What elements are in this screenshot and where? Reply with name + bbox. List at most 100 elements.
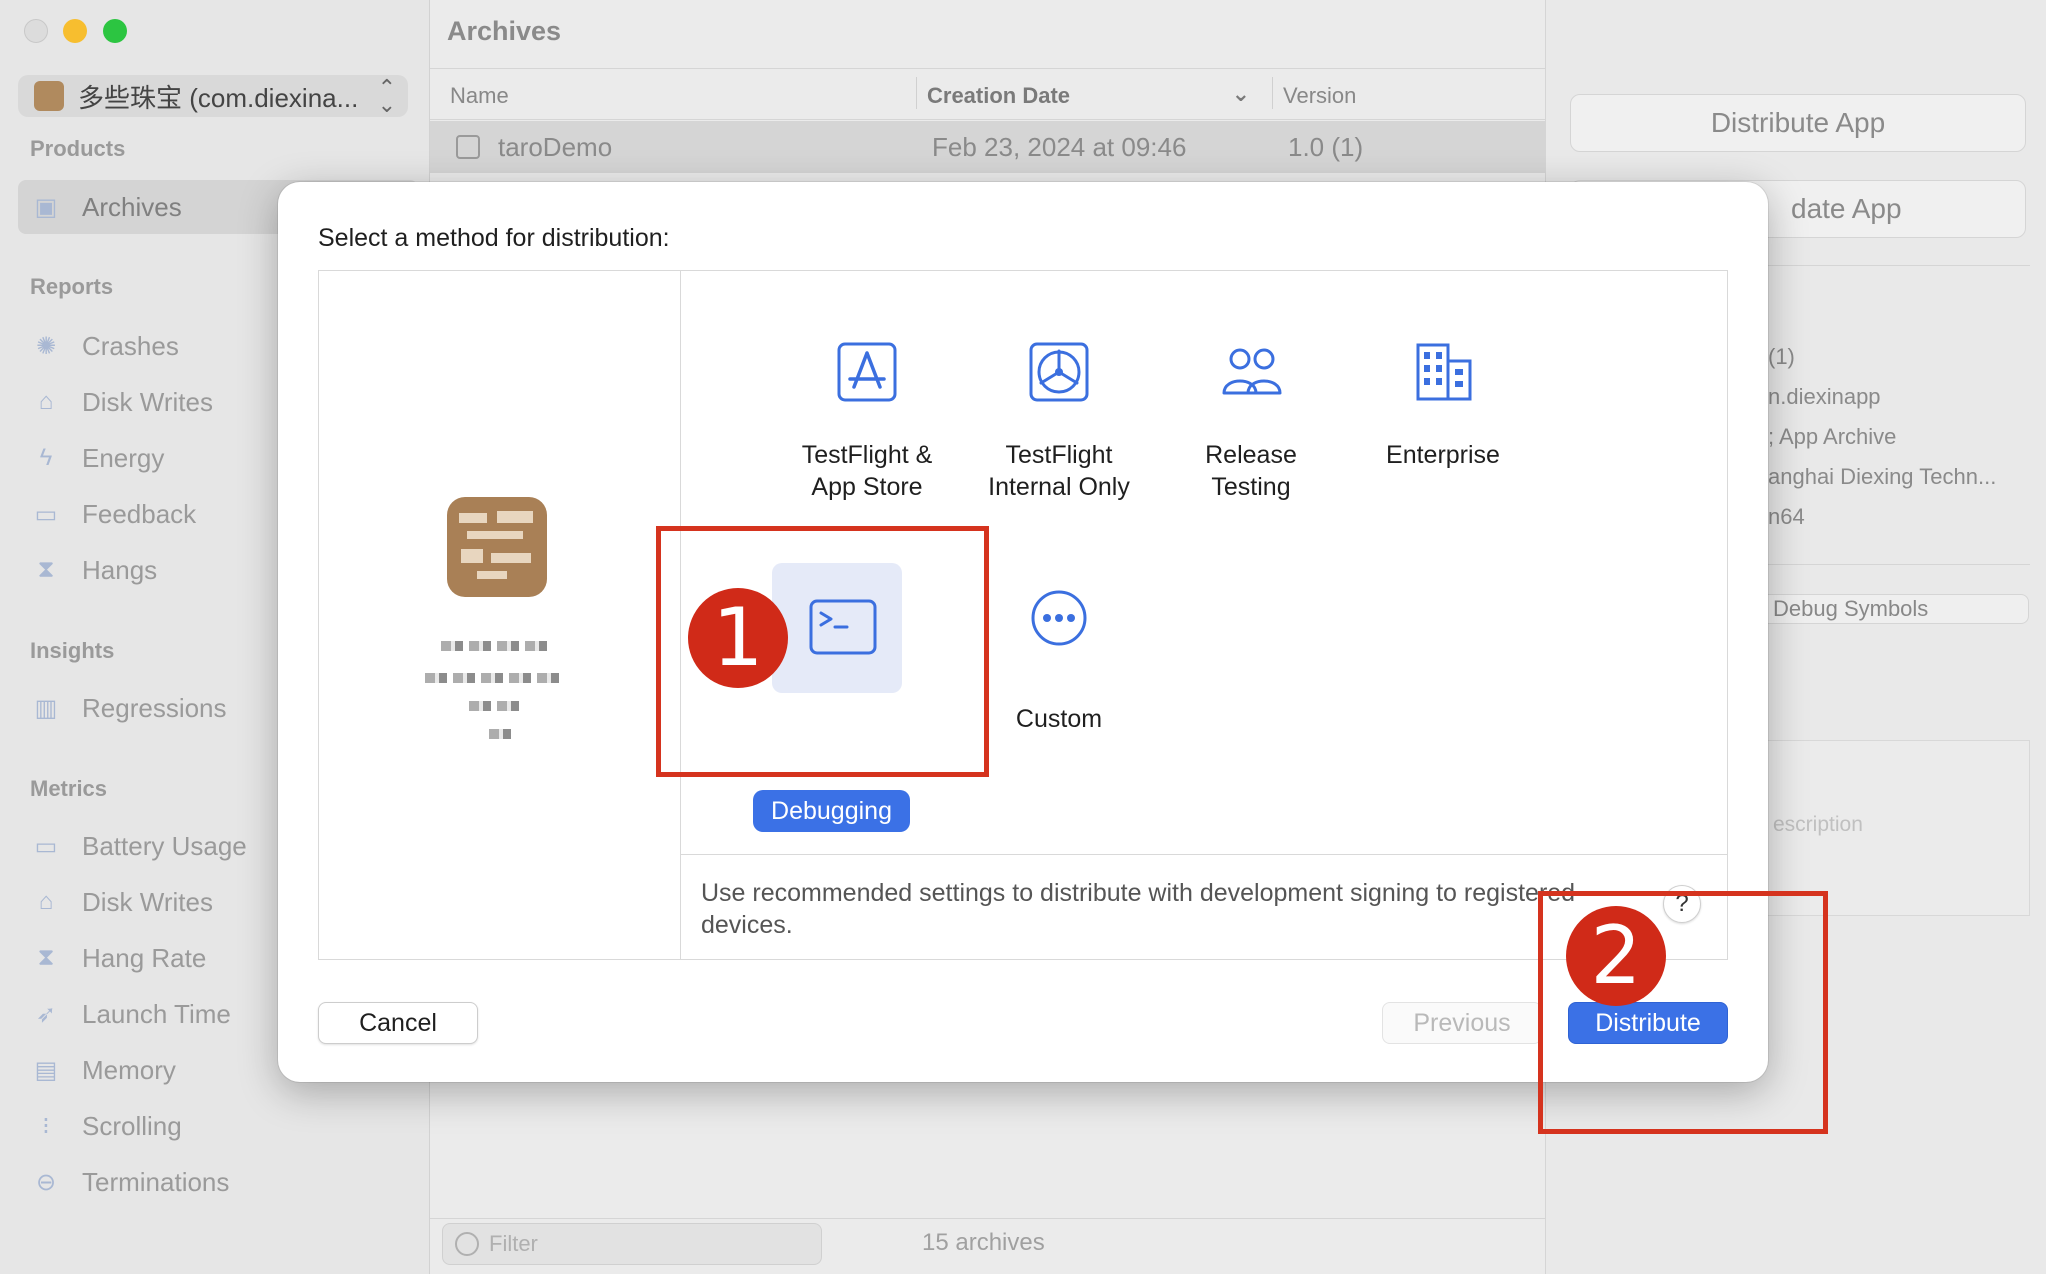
sidebar-item-label: Memory <box>82 1054 176 1085</box>
distribute-app-button[interactable]: Distribute App <box>1570 94 2026 152</box>
chevron-down-icon: ⌄ <box>1231 81 1250 106</box>
table-row[interactable]: taroDemo Feb 23, 2024 at 09:46 1.0 (1) <box>430 121 1545 173</box>
section-products: Products <box>30 136 126 161</box>
window-close-button[interactable] <box>24 19 48 43</box>
page-title: Archives <box>447 16 562 46</box>
info-version: (1) <box>1768 344 1795 369</box>
sidebar-item-label: Battery Usage <box>82 830 247 861</box>
redacted-app-info <box>425 673 565 683</box>
window-minimize-button[interactable] <box>63 19 87 43</box>
section-reports: Reports <box>30 274 114 299</box>
sidebar-item-label: Disk Writes <box>82 386 213 417</box>
people-icon <box>1222 348 1282 395</box>
bar-chart-icon: ▥ <box>34 694 58 722</box>
method-release-testing[interactable]: Release Testing <box>1141 341 1361 503</box>
archive-date: Feb 23, 2024 at 09:46 <box>932 132 1187 162</box>
hourglass-icon: ⧗ <box>37 556 55 583</box>
redacted-app-info <box>469 701 519 711</box>
divider <box>1752 265 2030 266</box>
disk-icon: ⌂ <box>38 388 54 415</box>
sidebar-item-label: Hangs <box>82 554 158 585</box>
sidebar-item-label: Launch Time <box>82 998 231 1029</box>
column-creation-date[interactable]: Creation Date ⌄ <box>916 77 1262 109</box>
column-name[interactable]: Name <box>450 83 509 109</box>
filter-input[interactable]: Filter <box>442 1223 822 1265</box>
minus-circle-icon: ⊖ <box>35 1168 57 1196</box>
annotation-step-1: 1 <box>688 588 788 688</box>
table-header: Name Creation Date ⌄ Version <box>430 68 1545 120</box>
app-store-icon <box>837 342 897 402</box>
method-testflight-internal[interactable]: TestFlight Internal Only <box>949 341 1169 503</box>
section-metrics: Metrics <box>30 776 108 801</box>
rocket-icon: ➶ <box>35 1000 57 1028</box>
sidebar-item-terminations[interactable]: ⊖ Terminations <box>30 1162 229 1202</box>
divider <box>1752 564 2030 565</box>
archive-icon: ▣ <box>34 193 58 221</box>
section-insights: Insights <box>30 638 115 663</box>
scroll-icon: ⁝ <box>42 1112 50 1140</box>
archive-name: taroDemo <box>498 132 613 162</box>
sidebar-item-scrolling[interactable]: ⁝ Scrolling <box>30 1106 182 1146</box>
sidebar-item-label: Crashes <box>82 330 179 361</box>
download-debug-symbols-button[interactable]: Debug Symbols <box>1752 594 2029 624</box>
method-panel: TestFlight & App Store TestFlight Intern… <box>318 270 1728 960</box>
previous-button[interactable]: Previous <box>1382 1002 1542 1044</box>
window-zoom-button[interactable] <box>103 19 127 43</box>
hourglass-icon: ⧗ <box>37 944 55 971</box>
sidebar-item-label: Disk Writes <box>82 886 213 917</box>
memory-icon: ▤ <box>34 1056 58 1084</box>
method-label: Release Testing <box>1205 441 1297 501</box>
sidebar-item-launch-time[interactable]: ➶ Launch Time <box>30 994 231 1034</box>
sidebar-item-regressions[interactable]: ▥ Regressions <box>30 688 227 728</box>
sidebar-item-disk-writes[interactable]: ⌂ Disk Writes <box>30 382 213 422</box>
disk-icon: ⌂ <box>38 888 54 915</box>
info-type: ; App Archive <box>1768 424 1897 449</box>
footer-bar: Filter 15 archives <box>430 1218 1545 1274</box>
info-identifier: n.diexinapp <box>1768 384 1881 409</box>
archive-count: 15 archives <box>922 1229 1045 1256</box>
method-enterprise[interactable]: Enterprise <box>1333 341 1553 471</box>
redacted-app-name <box>441 641 551 651</box>
filter-icon <box>455 1232 479 1256</box>
redacted-app-info <box>489 729 511 739</box>
app-selector-label: 多些珠宝 (com.diexina... <box>78 82 359 113</box>
method-description: Use recommended settings to distribute w… <box>701 879 1576 939</box>
sidebar-item-energy[interactable]: ϟ Energy <box>30 438 165 478</box>
sidebar-item-label: Feedback <box>82 498 197 529</box>
column-version[interactable]: Version <box>1272 77 1356 109</box>
description-placeholder: escription <box>1773 813 1863 836</box>
method-label: TestFlight Internal Only <box>988 441 1130 501</box>
building-icon <box>1416 343 1472 401</box>
sidebar-item-label: Hang Rate <box>82 942 207 973</box>
method-label: Enterprise <box>1386 441 1500 469</box>
archive-icon <box>456 135 480 159</box>
app-selector[interactable]: 多些珠宝 (com.diexina... ⌃ ⌄ <box>18 75 408 117</box>
sidebar-item-crashes[interactable]: ✺ Crashes <box>30 326 179 366</box>
method-label: Debugging <box>753 790 910 832</box>
info-team: anghai Diexing Techn... <box>1768 464 1997 489</box>
annotation-step-2: 2 <box>1566 906 1666 1006</box>
sidebar-item-hangs[interactable]: ⧗ Hangs <box>30 550 158 590</box>
method-label: TestFlight & App Store <box>801 441 933 501</box>
sidebar-item-memory[interactable]: ▤ Memory <box>30 1050 176 1090</box>
ellipsis-circle-icon <box>1031 590 1087 646</box>
sidebar-item-hang-rate[interactable]: ⧗ Hang Rate <box>30 938 207 978</box>
sidebar-item-battery-usage[interactable]: ▭ Battery Usage <box>30 826 247 866</box>
updown-chevron-icon: ⌃ ⌄ <box>377 75 396 117</box>
bolt-icon: ϟ <box>39 444 53 471</box>
sidebar-item-label: Scrolling <box>82 1110 182 1141</box>
column-label: Creation Date <box>927 83 1071 108</box>
app-icon <box>34 81 64 111</box>
speech-bubble-icon: ▭ <box>34 500 58 528</box>
filter-placeholder: Filter <box>489 1231 538 1256</box>
sidebar-item-disk-writes-metric[interactable]: ⌂ Disk Writes <box>30 882 213 922</box>
testflight-icon <box>1029 342 1089 402</box>
cancel-button[interactable]: Cancel <box>318 1002 478 1044</box>
archive-version: 1.0 (1) <box>1288 132 1364 162</box>
sidebar-item-label: Terminations <box>82 1166 230 1197</box>
description-field[interactable]: escription <box>1752 740 2030 916</box>
battery-icon: ▭ <box>34 832 58 860</box>
method-testflight-app-store[interactable]: TestFlight & App Store <box>757 341 977 503</box>
sidebar-item-feedback[interactable]: ▭ Feedback <box>30 494 197 534</box>
sidebar-item-label: Regressions <box>82 692 227 723</box>
